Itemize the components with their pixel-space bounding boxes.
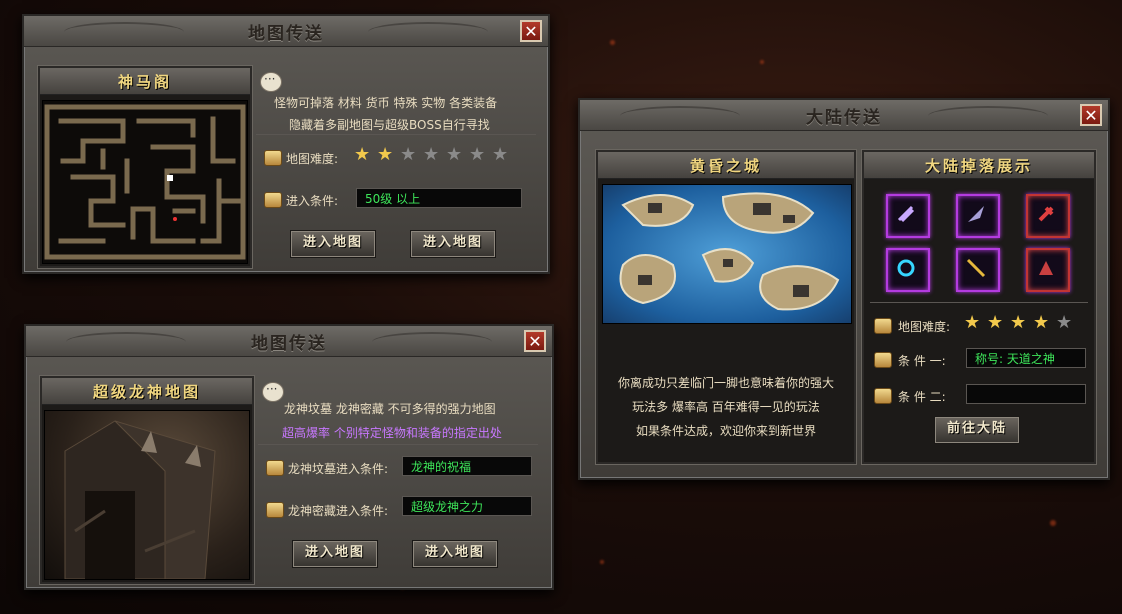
chat-bubble-icon: [262, 382, 284, 402]
ember-spark: [760, 60, 764, 64]
map-preview-frame: 黄昏之城 你离成功只差临门一脚也意味着你的强大 玩法多 爆率高 百年难得一见的玩…: [596, 150, 856, 464]
close-button[interactable]: ✕: [524, 330, 546, 352]
difficulty-label: 地图难度:: [898, 320, 951, 334]
map-description-line1: 怪物可掉落 材料 货币 特殊 实物 各类装备: [274, 96, 498, 110]
map-description-line3: 如果条件达成，欢迎你来到新世界: [635, 424, 816, 438]
red-beast-icon[interactable]: [1026, 248, 1070, 292]
condition-label: 进入条件:: [286, 194, 339, 208]
condition2-value-field: 超级龙神之力: [402, 496, 532, 516]
maze-map-svg: [44, 104, 246, 260]
close-button[interactable]: ✕: [1080, 104, 1102, 126]
red-axe-icon[interactable]: [1026, 194, 1070, 238]
scroll-icon: [266, 460, 284, 476]
panel-title: 地图传送: [248, 23, 324, 44]
condition1-value-field: 龙神的祝福: [402, 456, 532, 476]
condition2-value-field: [966, 384, 1086, 404]
ember-spark: [610, 40, 615, 45]
condition2-label: 龙神密藏进入条件:: [288, 504, 389, 518]
star-filled-icon: ★: [354, 144, 371, 165]
map-preview-frame: 超级龙神地图: [40, 376, 254, 584]
map-description-line2: 超高爆率 个别特定怪物和装备的指定出处: [282, 426, 502, 440]
enter-map-button-2[interactable]: 进入地图: [412, 540, 498, 568]
star-empty-icon: ★: [492, 144, 509, 165]
drops-frame: 大陆掉落展示 地图难度: ★ ★ ★ ★ ★ 条 件 一: 称号: 天道之神 条 件 二…: [862, 150, 1096, 464]
map-name-header: 超级龙神地图: [42, 378, 252, 405]
condition1-label: 条 件 一:: [898, 354, 946, 368]
star-empty-icon: ★: [400, 144, 417, 165]
map-description-line2: 隐藏着多副地图与超级BOSS自行寻找: [289, 118, 490, 132]
star-empty-icon: ★: [1056, 312, 1073, 333]
maze-map-image: [42, 100, 248, 264]
dragon-gate-svg: [64, 420, 216, 579]
scroll-icon: [264, 150, 282, 166]
map-description-line1: 你离成功只差临门一脚也意味着你的强大: [617, 376, 834, 390]
map-teleport-panel-1: 地图传送 ✕ 神马阁 怪物可掉落 材料: [22, 14, 550, 274]
dragon-gate-image: [44, 410, 250, 580]
panel-title: 地图传送: [251, 333, 327, 354]
condition1-label: 龙神坟墓进入条件:: [288, 462, 389, 476]
star-filled-icon: ★: [987, 312, 1004, 333]
panel-titlebar: 大陆传送: [580, 100, 1108, 131]
star-filled-icon: ★: [1010, 312, 1027, 333]
chat-bubble-icon: [260, 72, 282, 92]
panel-titlebar: 地图传送: [24, 16, 548, 47]
purple-blade-icon[interactable]: [956, 194, 1000, 238]
star-filled-icon: ★: [377, 144, 394, 165]
ember-spark: [600, 560, 604, 564]
star-empty-icon: ★: [446, 144, 463, 165]
map-name-header: 黄昏之城: [598, 152, 854, 179]
divider: [256, 134, 536, 135]
divider: [870, 302, 1088, 303]
purple-claw-icon[interactable]: [886, 194, 930, 238]
map-description-line1: 龙神坟墓 龙神密藏 不可多得的强力地图: [284, 402, 496, 416]
go-to-continent-button[interactable]: 前往大陆: [934, 416, 1020, 444]
cyan-ring-icon[interactable]: [886, 248, 930, 292]
panel-title: 大陆传送: [806, 107, 882, 128]
drops-header: 大陆掉落展示: [864, 152, 1094, 179]
star-empty-icon: ★: [423, 144, 440, 165]
map-preview-frame: 神马阁: [38, 66, 252, 268]
star-empty-icon: ★: [469, 144, 486, 165]
condition-value-field: 50级 以上: [356, 188, 522, 208]
enter-map-button-2[interactable]: 进入地图: [410, 230, 496, 258]
island-map-image: [602, 184, 852, 324]
scroll-icon: [264, 192, 282, 208]
panel-titlebar: 地图传送: [26, 326, 552, 357]
close-button[interactable]: ✕: [520, 20, 542, 42]
island-map-svg: [619, 192, 840, 311]
condition1-value-field: 称号: 天道之神: [966, 348, 1086, 368]
scroll-icon: [266, 502, 284, 518]
scroll-icon: [874, 388, 892, 404]
star-filled-icon: ★: [964, 312, 981, 333]
ember-spark: [1050, 520, 1056, 526]
map-teleport-panel-2: 地图传送 ✕ 超级龙神地图 龙神坟墓 龙神密藏 不可多得的强力地图 超高爆率 个…: [24, 324, 554, 590]
scroll-icon: [874, 352, 892, 368]
divider: [258, 444, 538, 445]
map-name-header: 神马阁: [40, 68, 250, 95]
star-filled-icon: ★: [1033, 312, 1050, 333]
scroll-icon: [874, 318, 892, 334]
condition2-label: 条 件 二:: [898, 390, 946, 404]
continent-teleport-panel: 大陆传送 ✕ 黄昏之城 你离成功只差临门一脚也意味着你的强大 玩法多 爆率高 百…: [578, 98, 1110, 480]
map-description-line2: 玩法多 爆率高 百年难得一见的玩法: [632, 400, 820, 414]
golden-spear-icon[interactable]: [956, 248, 1000, 292]
enter-map-button-1[interactable]: 进入地图: [290, 230, 376, 258]
enter-map-button-1[interactable]: 进入地图: [292, 540, 378, 568]
difficulty-label: 地图难度:: [286, 152, 339, 166]
